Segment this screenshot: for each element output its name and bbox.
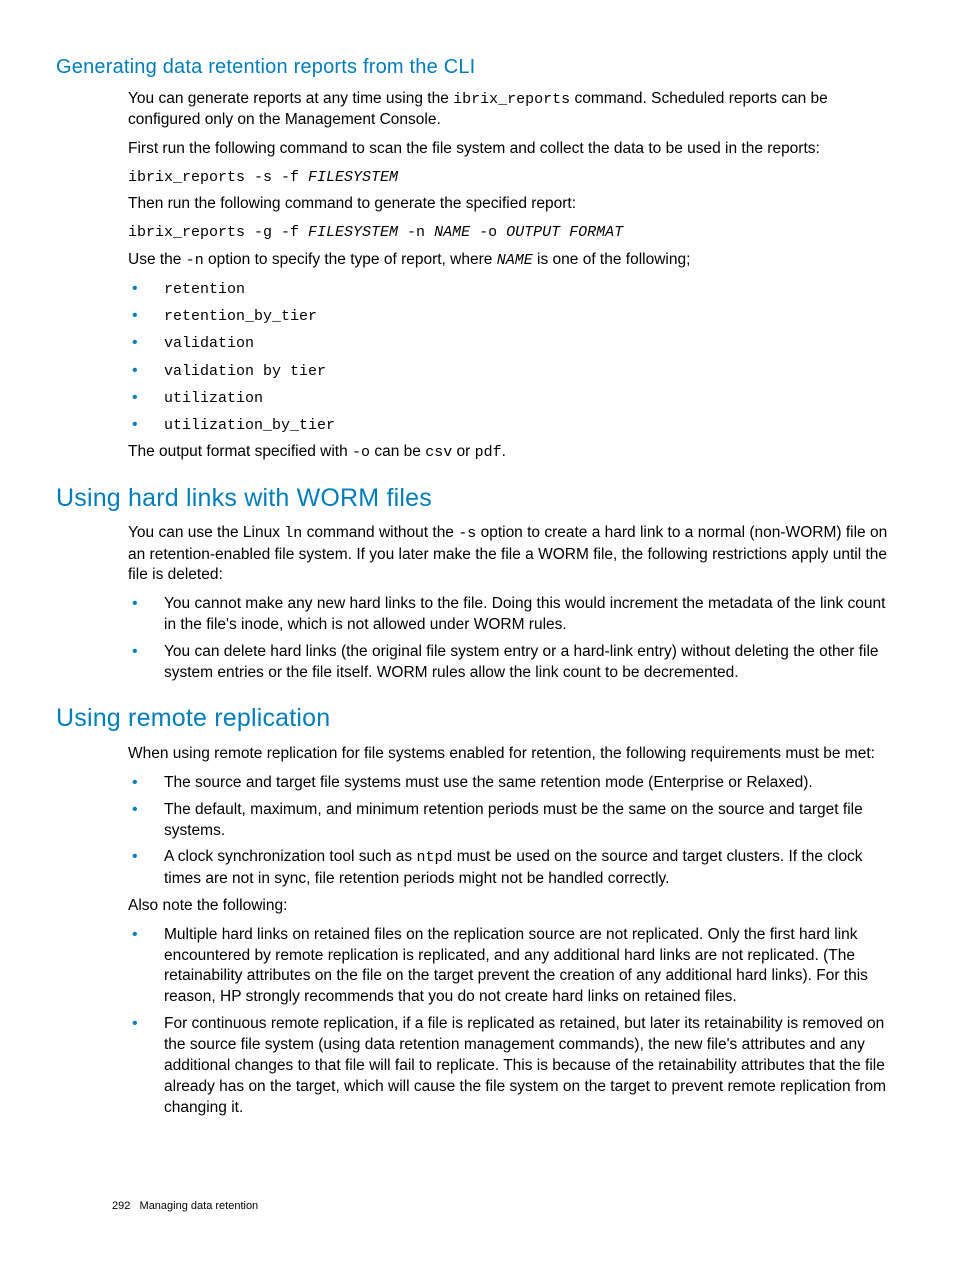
replication-requirements-list: The source and target file systems must … xyxy=(128,773,898,890)
section-hard-links-body: You can use the Linux ln command without… xyxy=(128,523,898,684)
cmd-arg: FILESYSTEM xyxy=(308,224,398,241)
code-inline: ibrix_reports xyxy=(453,91,570,108)
list-item: validation xyxy=(128,333,898,354)
text: . xyxy=(502,443,506,460)
section-generating-reports-body: You can generate reports at any time usi… xyxy=(128,89,898,464)
code-inline: validation by tier xyxy=(164,363,326,380)
para: The output format specified with -o can … xyxy=(128,442,898,463)
heading-remote-replication: Using remote replication xyxy=(56,702,898,736)
para: First run the following command to scan … xyxy=(128,139,898,160)
code-inline: retention_by_tier xyxy=(164,308,317,325)
cmd-text: -n xyxy=(398,224,434,241)
list-item: retention xyxy=(128,279,898,300)
list-item: A clock synchronization tool such as ntp… xyxy=(128,847,898,889)
text: You can generate reports at any time usi… xyxy=(128,90,453,107)
text: option to specify the type of report, wh… xyxy=(204,251,497,268)
list-item: validation by tier xyxy=(128,361,898,382)
cmd-text: ibrix_reports -g -f xyxy=(128,224,308,241)
text: or xyxy=(452,443,474,460)
replication-notes-list: Multiple hard links on retained files on… xyxy=(128,925,898,1119)
page-number: 292 xyxy=(112,1200,130,1212)
page-footer: 292 Managing data retention xyxy=(112,1199,258,1214)
code-inline: -s xyxy=(458,525,476,542)
code-inline: NAME xyxy=(497,252,533,269)
heading-hard-links-worm: Using hard links with WORM files xyxy=(56,482,898,516)
code-inline: -n xyxy=(186,252,204,269)
cmd-arg: OUTPUT FORMAT xyxy=(506,224,623,241)
cmd-arg: FILESYSTEM xyxy=(308,169,398,186)
cmd-text: -o xyxy=(470,224,506,241)
para: You can generate reports at any time usi… xyxy=(128,89,898,131)
para: Then run the following command to genera… xyxy=(128,194,898,215)
list-item: retention_by_tier xyxy=(128,306,898,327)
list-item: For continuous remote replication, if a … xyxy=(128,1014,898,1119)
text: Use the xyxy=(128,251,186,268)
chapter-title: Managing data retention xyxy=(140,1200,259,1212)
list-item: utilization xyxy=(128,388,898,409)
list-item: Multiple hard links on retained files on… xyxy=(128,925,898,1009)
text: command without the xyxy=(302,524,458,541)
para: You can use the Linux ln command without… xyxy=(128,523,898,586)
code-inline: validation xyxy=(164,335,254,352)
code-inline: ln xyxy=(284,525,302,542)
code-inline: pdf xyxy=(475,444,502,461)
list-item: utilization_by_tier xyxy=(128,415,898,436)
cmd-arg: NAME xyxy=(434,224,470,241)
text: can be xyxy=(370,443,425,460)
cmd-text: ibrix_reports -s -f xyxy=(128,169,308,186)
list-item: You cannot make any new hard links to th… xyxy=(128,594,898,636)
code-inline: utilization xyxy=(164,390,263,407)
command-block: ibrix_reports -g -f FILESYSTEM -n NAME -… xyxy=(128,223,898,243)
text: You can use the Linux xyxy=(128,524,284,541)
list-item: You can delete hard links (the original … xyxy=(128,642,898,684)
code-inline: csv xyxy=(425,444,452,461)
list-item: The source and target file systems must … xyxy=(128,773,898,794)
section-remote-replication-body: When using remote replication for file s… xyxy=(128,744,898,1119)
command-block: ibrix_reports -s -f FILESYSTEM xyxy=(128,168,898,188)
para: When using remote replication for file s… xyxy=(128,744,898,765)
text: A clock synchronization tool such as xyxy=(164,848,416,865)
heading-generating-reports: Generating data retention reports from t… xyxy=(56,54,898,81)
para: Also note the following: xyxy=(128,896,898,917)
report-name-list: retention retention_by_tier validation v… xyxy=(128,279,898,437)
code-inline: retention xyxy=(164,281,245,298)
text: is one of the following; xyxy=(533,251,691,268)
code-inline: utilization_by_tier xyxy=(164,417,335,434)
code-inline: -o xyxy=(352,444,370,461)
code-inline: ntpd xyxy=(416,849,452,866)
list-item: The default, maximum, and minimum retent… xyxy=(128,800,898,842)
para: Use the -n option to specify the type of… xyxy=(128,250,898,271)
worm-restrictions-list: You cannot make any new hard links to th… xyxy=(128,594,898,684)
text: The output format specified with xyxy=(128,443,352,460)
